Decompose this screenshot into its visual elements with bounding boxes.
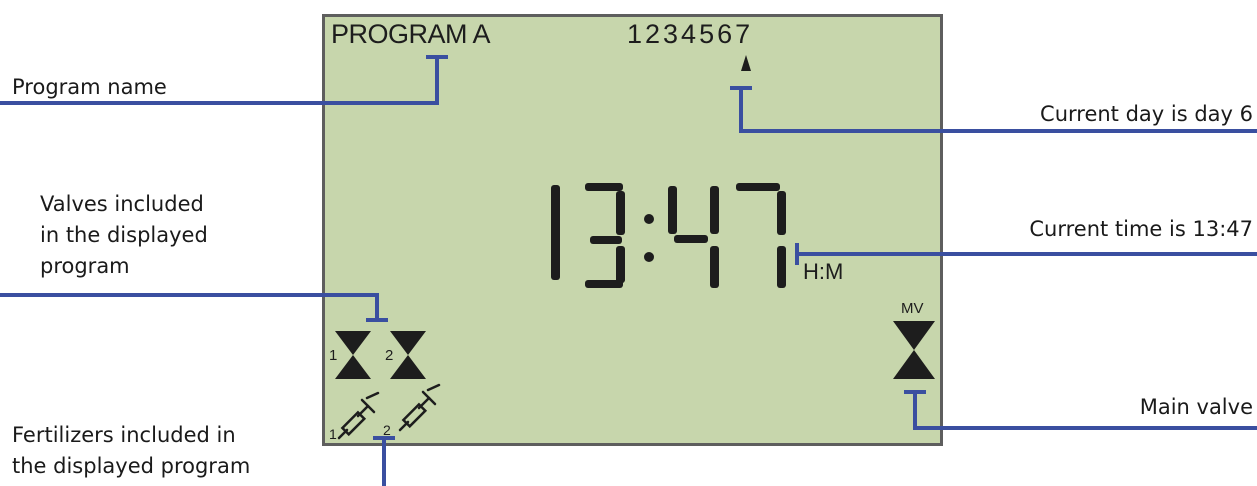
caption-main-valve: Main valve: [1139, 395, 1253, 419]
caption-line: Valves included: [40, 192, 204, 216]
caption-current-day: Current day is day 6: [1040, 102, 1253, 126]
caption-line: program: [40, 254, 130, 278]
caption-fertilizers: Fertilizers included in the displayed pr…: [12, 420, 250, 482]
caption-line: the displayed program: [12, 454, 251, 478]
callout-line-valves: [0, 293, 379, 320]
caption-line: in the displayed: [40, 223, 208, 247]
caption-line: Fertilizers included in: [12, 423, 236, 447]
caption-current-time: Current time is 13:47: [1029, 217, 1253, 241]
caption-program-name: Program name: [12, 75, 167, 99]
caption-valves: Valves included in the displayed program: [40, 189, 208, 282]
